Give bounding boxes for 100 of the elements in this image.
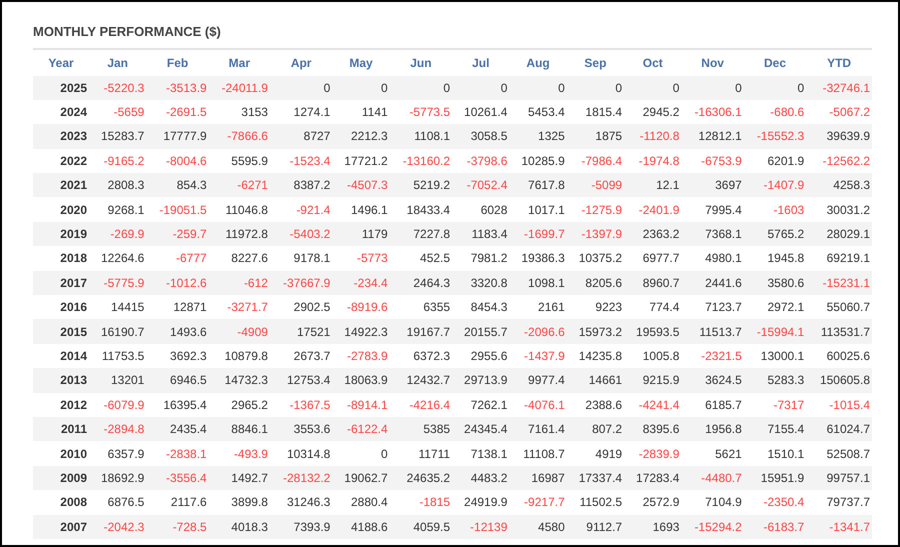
value-cell: -5773.5 <box>409 105 450 120</box>
value-cell: 6028 <box>480 202 508 217</box>
value-cell: 14661 <box>588 373 622 388</box>
value-cell: -1523.4 <box>290 154 330 168</box>
value-cell: 1179 <box>362 227 388 242</box>
column-header: Sep <box>584 56 606 70</box>
value-cell: 6201.9 <box>767 154 804 168</box>
value-cell: -4076.1 <box>524 398 565 412</box>
value-cell: 9268.1 <box>108 202 144 217</box>
value-cell: 0 <box>735 80 742 95</box>
value-cell: 7227.8 <box>413 227 450 242</box>
value-cell: -7866.6 <box>227 129 268 144</box>
value-cell: 2965.2 <box>231 398 268 412</box>
value-cell: -4216.4 <box>409 398 450 412</box>
value-cell: 9223 <box>595 300 622 314</box>
column-header: May <box>349 56 373 70</box>
year-cell: 2022 <box>60 154 87 168</box>
value-cell: 24919.9 <box>464 495 508 510</box>
value-cell: 2945.2 <box>642 105 680 120</box>
value-cell: 1945.8 <box>767 251 804 266</box>
column-header: Jun <box>410 56 432 70</box>
value-cell: 7104.9 <box>705 495 742 510</box>
value-cell: 61024.7 <box>826 422 870 436</box>
value-cell: 19593.5 <box>636 324 680 339</box>
value-cell: 3580.6 <box>767 276 804 290</box>
value-cell: -12562.2 <box>822 154 870 168</box>
value-cell: 39639.9 <box>826 129 870 144</box>
value-cell: 0 <box>672 80 680 95</box>
value-cell: 4018.3 <box>231 520 268 534</box>
value-cell: -728.5 <box>172 520 207 534</box>
value-cell: -6777 <box>176 251 207 266</box>
value-cell: 5453.4 <box>528 105 565 120</box>
year-cell: 2021 <box>60 178 87 192</box>
value-cell: 6185.7 <box>705 398 742 412</box>
value-cell: -2042.3 <box>104 520 144 534</box>
value-cell: 8960.7 <box>642 276 680 290</box>
value-cell: 150605.8 <box>820 373 870 388</box>
value-cell: 0 <box>381 446 388 461</box>
year-cell: 2020 <box>60 202 87 217</box>
value-cell: -8914.1 <box>346 398 388 412</box>
year-cell: 2014 <box>60 348 87 363</box>
value-cell: 12264.6 <box>100 251 144 266</box>
value-cell: -3556.4 <box>166 470 207 485</box>
value-cell: 16987 <box>531 470 565 485</box>
value-cell: 19386.3 <box>521 251 565 266</box>
value-cell: 17337.4 <box>578 470 622 485</box>
value-cell: -7052.4 <box>466 178 508 192</box>
value-cell: 113531.7 <box>820 324 870 339</box>
value-cell: -612 <box>244 276 268 290</box>
value-cell: 7155.4 <box>767 422 804 436</box>
value-cell: 99757.1 <box>826 470 870 485</box>
value-cell: 17521 <box>296 324 330 339</box>
value-cell: -7986.4 <box>581 154 622 168</box>
value-cell: 16190.7 <box>100 324 144 339</box>
value-cell: -1012.6 <box>166 276 207 290</box>
value-cell: -234.4 <box>354 276 388 290</box>
value-cell: 15973.2 <box>578 324 622 339</box>
value-cell: 24635.2 <box>406 470 450 485</box>
value-cell: 13201 <box>110 373 144 388</box>
value-cell: 0 <box>615 80 622 95</box>
value-cell: 4980.1 <box>705 251 742 266</box>
value-cell: 14732.3 <box>224 373 268 388</box>
value-cell: 1815.4 <box>585 105 622 120</box>
value-cell: -4909 <box>237 324 268 339</box>
value-cell: 8846.1 <box>231 422 268 436</box>
value-cell: 18433.4 <box>406 202 450 217</box>
value-cell: -5067.2 <box>829 105 870 120</box>
column-header: Mar <box>228 56 250 70</box>
value-cell: 2880.4 <box>350 495 388 510</box>
value-cell: 9977.4 <box>528 373 565 388</box>
value-cell: 1005.8 <box>642 348 680 363</box>
value-cell: 1017.1 <box>528 202 565 217</box>
value-cell: 18063.9 <box>344 373 388 388</box>
value-cell: -1603 <box>773 202 804 217</box>
year-cell: 2012 <box>60 398 87 412</box>
year-cell: 2023 <box>60 129 87 144</box>
value-cell: 14235.8 <box>578 348 622 363</box>
value-cell: 807.2 <box>592 422 622 436</box>
value-cell: 3624.5 <box>705 373 742 388</box>
value-cell: -3798.6 <box>466 154 508 168</box>
value-cell: 0 <box>381 80 388 95</box>
value-cell: 3697 <box>715 178 742 192</box>
value-cell: 17721.2 <box>344 154 388 168</box>
value-cell: 6876.5 <box>108 495 144 510</box>
value-cell: 11108.7 <box>523 446 565 461</box>
value-cell: 7393.9 <box>294 520 330 534</box>
value-cell: 4580 <box>538 520 565 534</box>
value-cell: 10879.8 <box>224 348 268 363</box>
value-cell: 11502.5 <box>580 495 622 510</box>
value-cell: 12753.4 <box>286 373 330 388</box>
value-cell: 6977.7 <box>642 251 680 266</box>
value-cell: 15283.7 <box>100 129 144 144</box>
value-cell: 8205.6 <box>585 276 622 290</box>
value-cell: 9112.7 <box>586 520 622 534</box>
value-cell: 2212.3 <box>350 129 388 144</box>
value-cell: 854.3 <box>176 178 207 192</box>
year-cell: 2008 <box>60 495 87 510</box>
value-cell: 15951.9 <box>760 470 804 485</box>
value-cell: 2435.4 <box>170 422 207 436</box>
value-cell: -1699.7 <box>524 227 565 242</box>
